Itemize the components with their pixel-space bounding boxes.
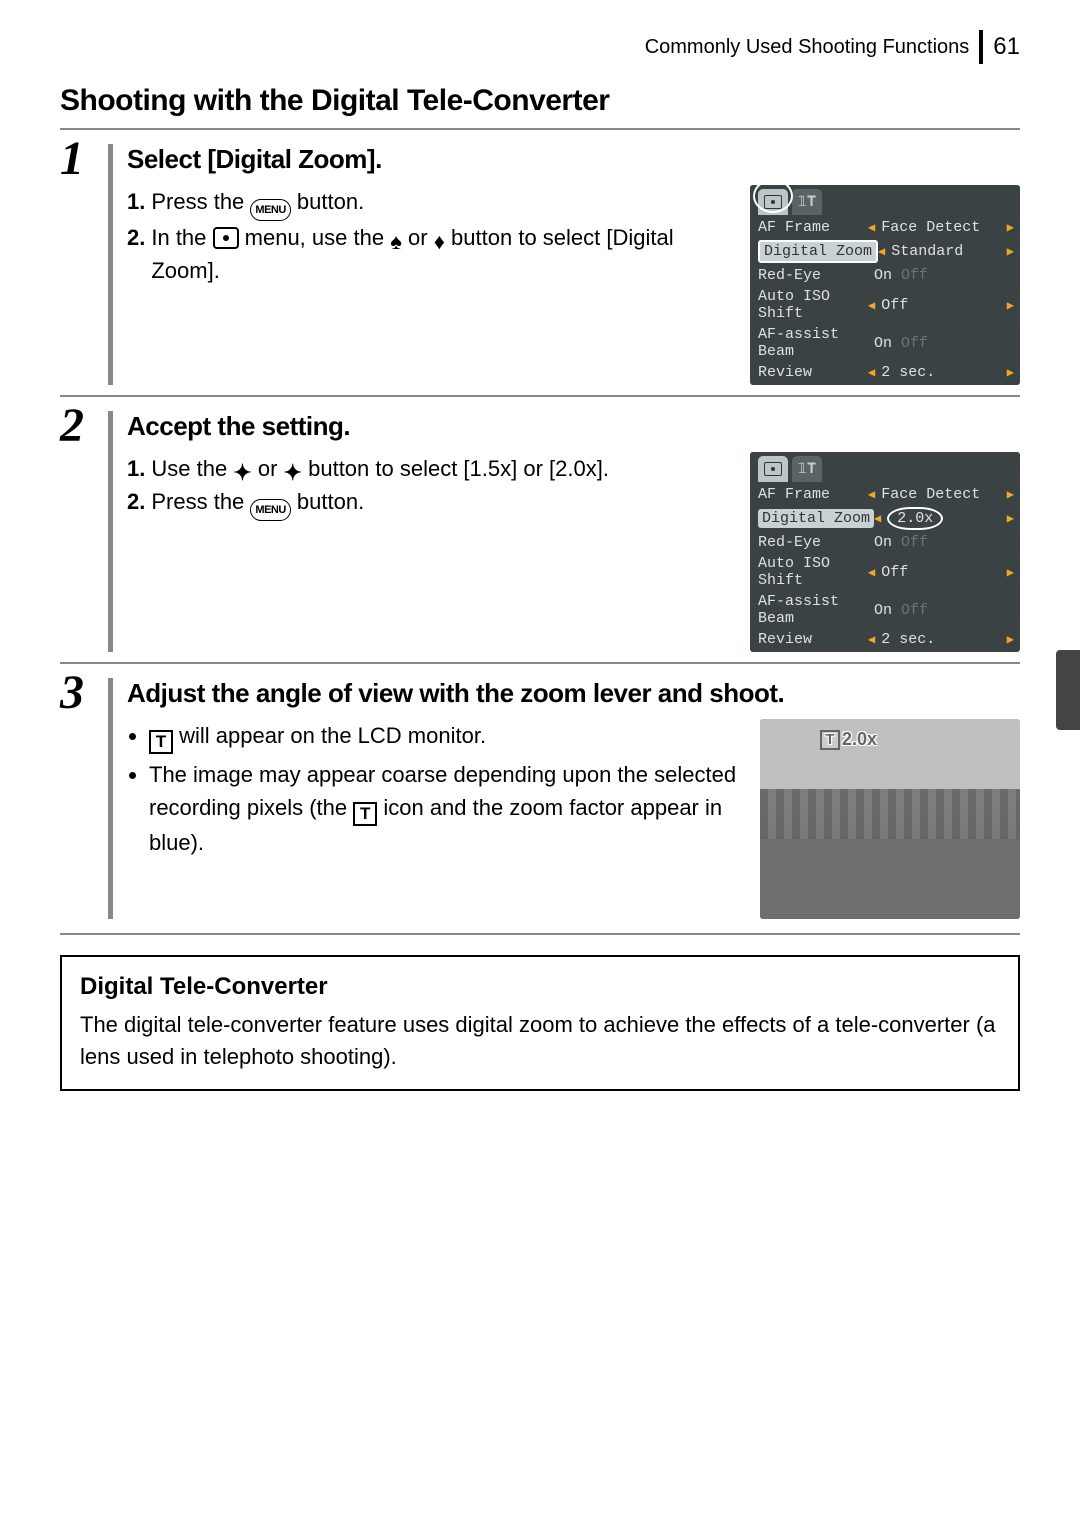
rec-tab-icon (758, 189, 788, 215)
rec-tab-icon (758, 456, 788, 482)
step-1-sub-2: 2. In the menu, use the ♠ or ♦ button to… (127, 221, 734, 287)
edge-tab-icon (1056, 650, 1080, 730)
step-2-title: Accept the setting. (127, 411, 1020, 442)
step-3-bullet-1: T will appear on the LCD monitor. (149, 719, 744, 754)
menu-tabs: 𝟙𝐓 (750, 452, 1020, 482)
up-arrow-icon: ♠ (390, 231, 402, 253)
step-1-sub-1: 1. Press the MENU button. (127, 185, 734, 221)
zoom-indicator-badge: T 2.0x (820, 729, 877, 750)
menu-tabs: 𝟙𝐓 (750, 185, 1020, 215)
rec-menu-icon (213, 227, 239, 249)
step-number: 1 (60, 135, 84, 183)
menu-row: AF-assist BeamOn Off (750, 591, 1020, 629)
left-arrow-icon: ✦ (233, 462, 251, 484)
menu-row-highlight: Digital Zoom◀2.0x▶ (750, 505, 1020, 532)
menu-row: Review◀2 sec.▶ (750, 362, 1020, 383)
right-arrow-icon: ✦ (284, 462, 302, 484)
camera-menu-1: 𝟙𝐓 AF Frame◀Face Detect▶ Digital Zoom◀St… (750, 185, 1020, 385)
t-indicator-icon: T (353, 802, 377, 826)
breadcrumb: Commonly Used Shooting Functions (645, 36, 970, 59)
lcd-preview: T 2.0x (760, 719, 1020, 919)
menu-row: Auto ISO Shift◀Off▶ (750, 286, 1020, 324)
camera-menu-2: 𝟙𝐓 AF Frame◀Face Detect▶ Digital Zoom◀2.… (750, 452, 1020, 652)
menu-row: Auto ISO Shift◀Off▶ (750, 553, 1020, 591)
step-3-bullet-2: The image may appear coarse depending up… (149, 758, 744, 859)
step-number: 2 (60, 402, 84, 450)
substep-number: 2. (127, 485, 145, 518)
step-2-sub-2: 2. Press the MENU button. (127, 485, 734, 521)
info-box-body: The digital tele-converter feature uses … (80, 1009, 1000, 1073)
page-number: 61 (993, 33, 1020, 61)
step-3-title: Adjust the angle of view with the zoom l… (127, 678, 1020, 709)
menu-row: AF Frame◀Face Detect▶ (750, 484, 1020, 505)
info-box: Digital Tele-Converter The digital tele-… (60, 955, 1020, 1091)
substep-number: 1. (127, 185, 145, 218)
menu-row: Red-EyeOn Off (750, 265, 1020, 286)
menu-button-icon: MENU (250, 199, 290, 221)
section-title: Shooting with the Digital Tele-Converter (60, 84, 1020, 118)
down-arrow-icon: ♦ (434, 231, 445, 253)
info-box-title: Digital Tele-Converter (80, 973, 1000, 1001)
step-3: 3 Adjust the angle of view with the zoom… (60, 662, 1020, 935)
step-2-sub-1: 1. Use the ✦ or ✦ button to select [1.5x… (127, 452, 734, 485)
menu-row: Review◀2 sec.▶ (750, 629, 1020, 650)
t-indicator-icon: T (820, 730, 840, 750)
menu-row-highlight: Digital Zoom◀Standard▶ (750, 238, 1020, 265)
page: Commonly Used Shooting Functions 61 Shoo… (0, 0, 1080, 1521)
menu-button-icon: MENU (250, 499, 290, 521)
substep-number: 1. (127, 452, 145, 485)
step-number: 3 (60, 669, 84, 717)
setup-tab-icon: 𝟙𝐓 (792, 456, 822, 482)
page-header: Commonly Used Shooting Functions 61 (60, 30, 1020, 64)
substep-number: 2. (127, 221, 145, 254)
step-2: 2 Accept the setting. 1. Use the ✦ or ✦ … (60, 395, 1020, 652)
t-indicator-icon: T (149, 730, 173, 754)
step-1-title: Select [Digital Zoom]. (127, 144, 1020, 175)
menu-row: AF-assist BeamOn Off (750, 324, 1020, 362)
separator-icon (979, 30, 983, 64)
menu-row: AF Frame◀Face Detect▶ (750, 217, 1020, 238)
menu-row: Red-EyeOn Off (750, 532, 1020, 553)
step-1: 1 Select [Digital Zoom]. 1. Press the ME… (60, 128, 1020, 385)
setup-tab-icon: 𝟙𝐓 (792, 189, 822, 215)
